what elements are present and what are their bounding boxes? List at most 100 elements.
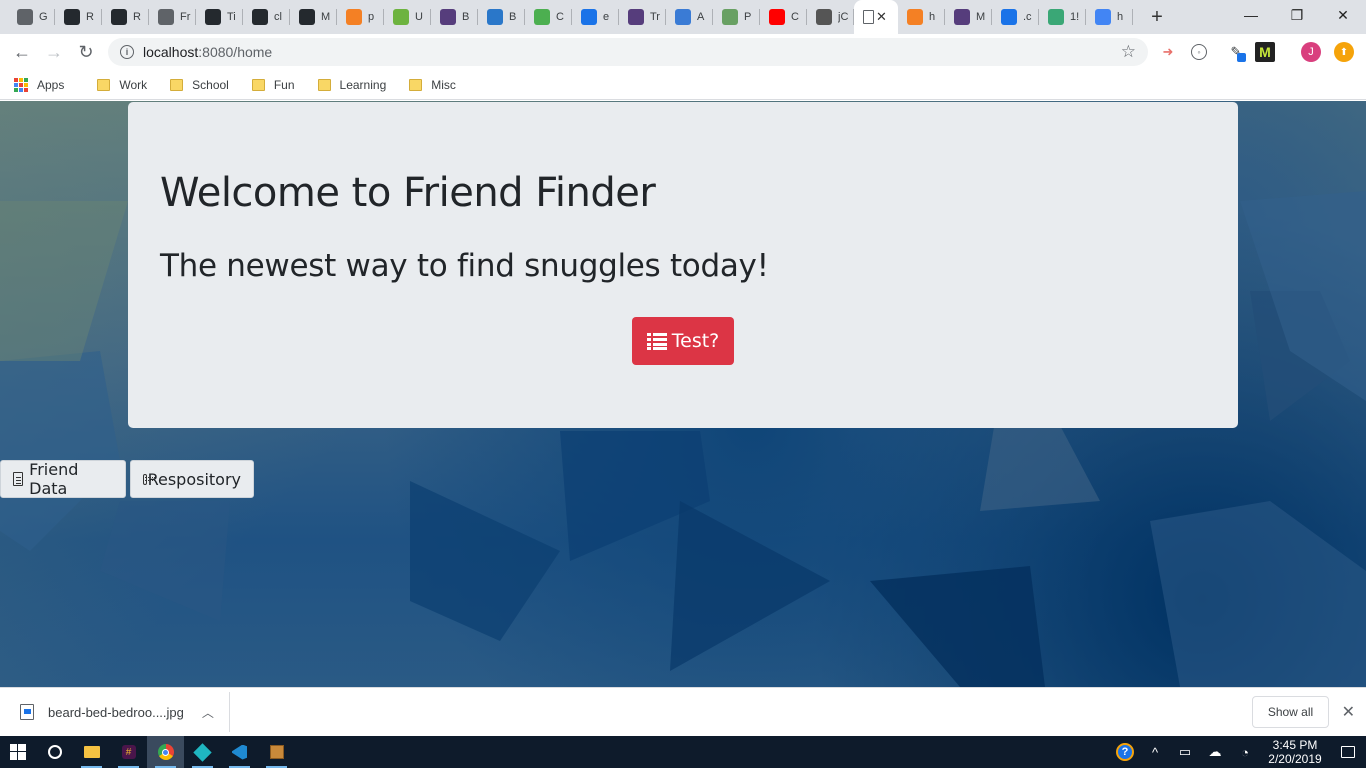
friend-data-label: Friend Data	[29, 460, 79, 498]
browser-tab[interactable]: A	[666, 0, 713, 34]
bookmark-misc[interactable]: Misc	[409, 78, 456, 92]
folder-icon	[409, 78, 423, 91]
browser-tab[interactable]: B	[478, 0, 525, 34]
clock[interactable]: 3:45 PM 2/20/2019	[1260, 738, 1330, 766]
close-window-button[interactable]: ✕	[1320, 0, 1366, 30]
bootstrap-icon	[628, 9, 644, 25]
close-tab-icon[interactable]: ✕	[876, 9, 887, 25]
browser-tab[interactable]: Fr	[149, 0, 196, 34]
cloud-sync-icon[interactable]: ☁	[1200, 744, 1230, 760]
browser-tab[interactable]: Ti	[196, 0, 243, 34]
slack-icon[interactable]: #	[110, 736, 147, 768]
browser-tab[interactable]: G	[8, 0, 55, 34]
tab-title: jC	[838, 11, 849, 23]
tab-title: 1!	[1070, 11, 1080, 23]
bookmark-fun[interactable]: Fun	[251, 77, 295, 92]
browser-tab[interactable]: Tr	[619, 0, 666, 34]
windows-start-icon[interactable]	[0, 736, 36, 768]
page-subtitle: The newest way to find snuggles today!	[160, 248, 769, 284]
forward-arrow-icon[interactable]: →	[38, 36, 70, 68]
youtube-icon	[769, 9, 785, 25]
bookmark-label: Misc	[431, 77, 456, 92]
bookmarks-bar: Apps Work School Fun Learning Misc	[0, 70, 1366, 100]
w3schools-icon	[534, 9, 550, 25]
tab-title: A	[697, 11, 705, 23]
url-host: localhost	[143, 44, 199, 60]
browser-tab[interactable]: p	[337, 0, 384, 34]
tab-title: B	[462, 11, 470, 23]
file-explorer-icon[interactable]	[73, 736, 110, 768]
test-button[interactable]: Test?	[632, 317, 734, 365]
tab-title: C	[791, 11, 799, 23]
battery-icon[interactable]: ▭	[1170, 744, 1200, 760]
git-kraken-icon[interactable]	[184, 736, 221, 768]
browser-tab[interactable]: e	[572, 0, 619, 34]
node-icon	[722, 9, 738, 25]
bookmark-label: School	[192, 77, 229, 92]
download-item[interactable]: beard-bed-bedroo....jpg ︿	[0, 692, 230, 732]
github-icon	[252, 9, 268, 25]
browser-tab[interactable]: C	[760, 0, 807, 34]
extension-circle-icon[interactable]: ◦	[1191, 44, 1207, 60]
minimize-button[interactable]: —	[1228, 0, 1274, 30]
browser-tab-active[interactable]: ✕	[854, 0, 898, 34]
browser-tab[interactable]: .c	[992, 0, 1039, 34]
bookmark-work[interactable]: Work	[97, 78, 147, 92]
tab-title: .c	[1023, 11, 1032, 23]
browser-tab[interactable]: M	[945, 0, 992, 34]
info-icon[interactable]: i	[120, 45, 134, 59]
notification-icon[interactable]	[1330, 746, 1366, 758]
bookmark-learning[interactable]: Learning	[317, 78, 386, 92]
jumbotron: Welcome to Friend Finder The newest way …	[128, 102, 1238, 428]
wifi-icon[interactable]: ◔	[1230, 745, 1260, 760]
browser-tab[interactable]: cl	[243, 0, 290, 34]
folder-icon	[251, 78, 265, 91]
help-icon[interactable]: ?	[1110, 743, 1140, 761]
friend-data-button[interactable]: Friend Data	[0, 460, 126, 498]
cortana-search-icon[interactable]	[36, 736, 73, 768]
package-icon[interactable]	[258, 736, 295, 768]
folder-icon	[317, 78, 331, 91]
extension-m-icon[interactable]: M	[1255, 42, 1275, 62]
chrome-icon[interactable]	[147, 736, 184, 768]
update-icon[interactable]: ⬆	[1334, 42, 1354, 62]
browser-tab[interactable]: P	[713, 0, 760, 34]
reload-icon[interactable]: ↻	[70, 36, 102, 68]
browser-tab[interactable]: R	[55, 0, 102, 34]
apps-grid-icon	[14, 77, 28, 92]
maximize-button[interactable]: ❐	[1274, 0, 1320, 30]
shield-icon	[816, 9, 832, 25]
browser-tab[interactable]: M	[290, 0, 337, 34]
close-icon[interactable]: ✕	[1342, 702, 1355, 722]
browser-tab[interactable]: C	[525, 0, 572, 34]
browser-tab[interactable]: B	[431, 0, 478, 34]
folder-icon	[170, 78, 184, 91]
extension-eyedropper-icon[interactable]: ✎	[1226, 42, 1246, 62]
browser-tab[interactable]: jC	[807, 0, 854, 34]
show-all-button[interactable]: Show all	[1252, 696, 1329, 728]
browser-tab[interactable]: R	[102, 0, 149, 34]
repository-button[interactable]: Respository	[130, 460, 254, 498]
browser-tab[interactable]: U	[384, 0, 431, 34]
chevron-up-icon[interactable]: ^	[1140, 745, 1170, 760]
spring-icon	[393, 9, 409, 25]
repository-label: Respository	[147, 469, 241, 489]
new-tab-button[interactable]: +	[1141, 0, 1173, 34]
extension-arrow-icon[interactable]: ➜	[1158, 42, 1178, 62]
url-path: :8080/home	[198, 44, 273, 60]
bookmark-label: Fun	[273, 77, 295, 92]
address-bar[interactable]: i localhost:8080/home ☆	[108, 38, 1148, 66]
chevron-up-icon[interactable]: ︿	[202, 704, 214, 721]
browser-tab[interactable]: h	[898, 0, 945, 34]
bookmark-apps[interactable]: Apps	[14, 77, 64, 92]
tab-title: cl	[274, 11, 282, 23]
tab-title: e	[603, 11, 610, 23]
github-icon	[111, 9, 127, 25]
vscode-icon[interactable]	[221, 736, 258, 768]
bookmark-school[interactable]: School	[170, 78, 229, 92]
bookmark-star-icon[interactable]: ☆	[1121, 42, 1136, 62]
browser-tab[interactable]: h	[1086, 0, 1133, 34]
avatar[interactable]: J	[1301, 42, 1321, 62]
browser-tab[interactable]: 1!	[1039, 0, 1086, 34]
back-arrow-icon[interactable]: ←	[6, 36, 38, 68]
